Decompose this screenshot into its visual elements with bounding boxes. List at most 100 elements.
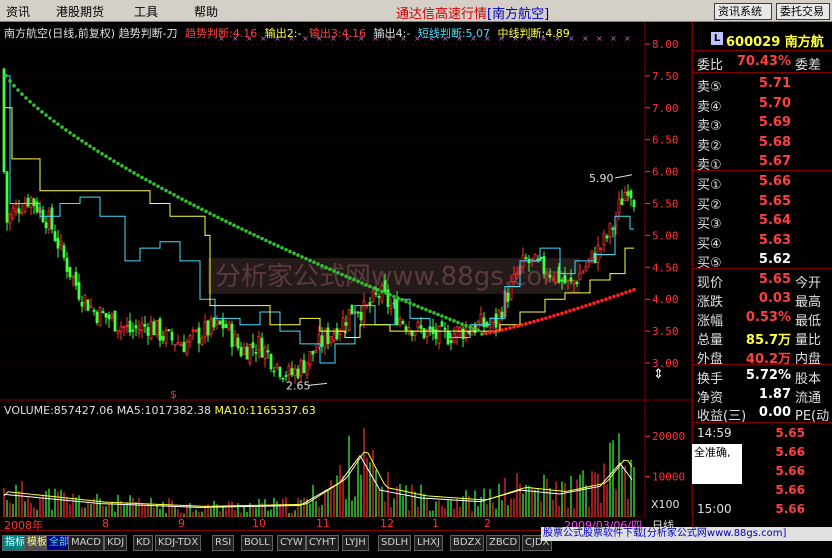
ma-dot [532, 319, 536, 324]
ma-dot [28, 99, 32, 104]
candle-body [401, 321, 405, 324]
candle-body [314, 350, 318, 353]
candle-body [140, 323, 144, 332]
stat-row: 外盘 40.2万 内盘 [693, 346, 832, 367]
tab-cyw[interactable]: CYW [277, 535, 306, 551]
tab-kd[interactable]: KD [133, 535, 154, 551]
tab-kdj-tdx[interactable]: KDJ-TDX [155, 535, 202, 551]
ma-dot [140, 175, 144, 180]
tab-rsi[interactable]: RSI [212, 535, 235, 551]
candle-body [20, 211, 24, 215]
stat-value: 5.65 [758, 272, 791, 287]
ma-dot [524, 322, 528, 326]
candle-body [551, 278, 555, 281]
ma-dot [556, 312, 560, 317]
ma-dot [384, 291, 388, 295]
price-axis-label: 4.50 [652, 261, 679, 274]
tab-macd[interactable]: MACD [68, 535, 104, 551]
dividend-marker: $ [170, 388, 177, 401]
candle-body [200, 337, 204, 345]
candle-body [395, 300, 399, 326]
candle-body [167, 329, 171, 332]
candle-body [56, 237, 60, 249]
ma-dot [208, 211, 212, 216]
ma-dot [560, 311, 564, 316]
trade-button[interactable]: 委托交易 [776, 3, 830, 20]
zoom-arrows-icon[interactable]: ⇕ [653, 367, 667, 383]
ma-dot [52, 119, 56, 123]
date-label: 10 [252, 517, 266, 530]
ma-dot [188, 201, 192, 206]
high-label: 5.90 [589, 172, 614, 185]
candle-body [524, 257, 528, 260]
candle-body [275, 363, 279, 368]
candle-body [542, 256, 546, 275]
ma-dot [588, 302, 592, 307]
bid-level-value: 5.66 [758, 174, 791, 189]
date-label: 2 [484, 517, 491, 530]
ma-dot [60, 125, 64, 129]
ma-dot [480, 332, 484, 336]
ma-dot [196, 205, 200, 210]
tab-zbcd[interactable]: ZBCD [486, 535, 521, 551]
menu-help[interactable]: 帮助 [194, 3, 218, 20]
volume-axis-label: 20000 [652, 430, 685, 443]
candle-body [287, 365, 291, 376]
ask-level-label: 卖③ [697, 119, 722, 134]
tick-time: 15:00 [697, 502, 732, 516]
ma-dot [328, 267, 332, 272]
candle-body [107, 314, 111, 320]
ma-dot [32, 103, 36, 107]
menu-hk-futures[interactable]: 港股期货 [56, 3, 104, 20]
candle-body [497, 310, 501, 324]
candle-body [227, 322, 231, 330]
candle-body [137, 329, 141, 333]
ma-dot [240, 227, 244, 231]
ma-dot [452, 319, 456, 323]
candle-body [179, 344, 183, 347]
menu-bar: 资讯 港股期货 工具 帮助 通达信高速行情[南方航空] 资讯系统 委托交易 [0, 0, 832, 22]
ma-dot [220, 217, 224, 222]
tick-row: 5.66 [693, 483, 832, 499]
candle-body [326, 327, 330, 344]
tab-sdlh[interactable]: SDLH [378, 535, 412, 551]
candle-body [299, 359, 303, 377]
candle-body [293, 368, 297, 376]
candle-body [17, 208, 21, 214]
candle-body [515, 274, 519, 278]
chart-area[interactable]: 8.00 7.50 7.00 6.50 6.00 5.50 5.00 4.50 4.00 3.50… [0, 22, 692, 530]
stock-code[interactable]: 600029 南方航 [726, 31, 824, 50]
tick-price: 5.66 [775, 464, 805, 478]
menu-tools[interactable]: 工具 [134, 3, 158, 20]
candle-body [530, 258, 534, 261]
tab-cyht[interactable]: CYHT [306, 535, 339, 551]
bid-level-row: 买① 5.66 [693, 172, 832, 193]
candle-body [71, 275, 75, 278]
ma-dot [116, 161, 120, 166]
candle-body [377, 296, 381, 298]
ask-level-row: 卖⑤ 5.71 [693, 74, 832, 95]
news-system-button[interactable]: 资讯系统 [714, 3, 772, 20]
price-axis-label: 4.00 [652, 293, 679, 306]
candle-body [476, 321, 480, 330]
ad-banner[interactable]: 股票公式股票软件下载[分析家公式网www.88gs.com] [541, 527, 832, 541]
price-chart[interactable]: 8.00 7.50 7.00 6.50 6.00 5.50 5.00 4.50 4.00 3.50… [0, 22, 692, 530]
tab-boll[interactable]: BOLL [241, 535, 273, 551]
ma-dot [468, 325, 472, 329]
candle-body [311, 350, 315, 355]
date-label: 11 [316, 517, 330, 530]
tab-bdzx[interactable]: BDZX [450, 535, 485, 551]
low-arrow [307, 382, 328, 386]
candle-body [482, 317, 486, 327]
candle-body [245, 346, 249, 360]
menu-news[interactable]: 资讯 [6, 3, 30, 20]
candle-body [446, 331, 450, 345]
candle-body [266, 350, 270, 353]
tab-kdj[interactable]: KDJ [104, 535, 128, 551]
ma-dot [360, 281, 364, 285]
candle-body [218, 320, 222, 325]
ma-dot [520, 323, 524, 327]
candle-body [65, 257, 69, 272]
tab-lhxj[interactable]: LHXJ [414, 535, 443, 551]
tab-lyjh[interactable]: LYJH [342, 535, 369, 551]
